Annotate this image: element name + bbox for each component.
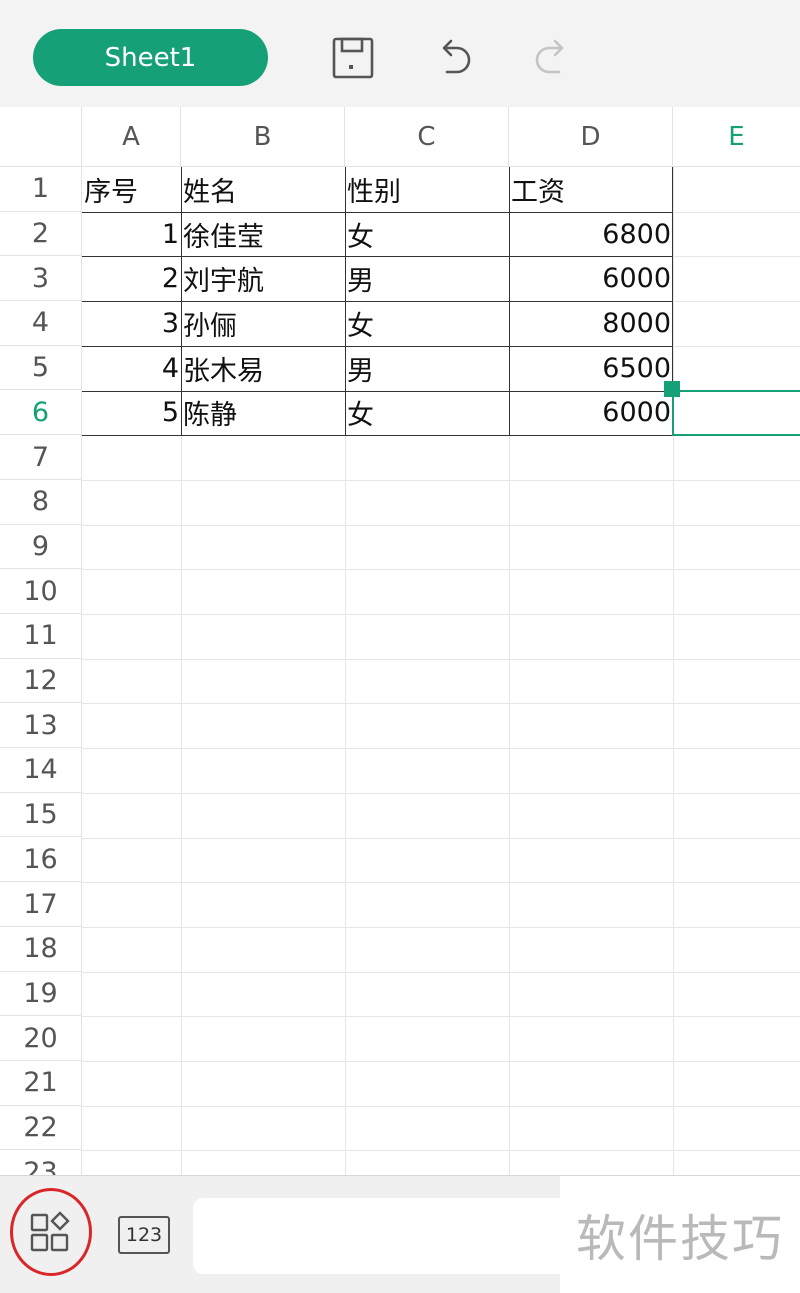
- cell-c5[interactable]: 男: [345, 346, 509, 391]
- row-header-23[interactable]: 23: [0, 1150, 82, 1175]
- row-header-9[interactable]: 9: [0, 524, 82, 570]
- sheet-tab[interactable]: Sheet1: [33, 29, 268, 86]
- row-header-13[interactable]: 13: [0, 703, 82, 749]
- column-header-c[interactable]: C: [345, 107, 509, 167]
- gridline: [82, 569, 800, 571]
- table-border: [82, 435, 673, 437]
- gridline: [82, 926, 800, 928]
- cell-a1[interactable]: 序号: [82, 167, 181, 212]
- bottom-input-bar: 123 软件技巧: [0, 1175, 800, 1293]
- row-header-18[interactable]: 18: [0, 926, 82, 972]
- cell-b2[interactable]: 徐佳莹: [181, 212, 345, 257]
- selection-fill-handle[interactable]: [664, 381, 680, 397]
- cell-a2[interactable]: 1: [82, 212, 181, 257]
- cell-c3[interactable]: 男: [345, 256, 509, 301]
- watermark: 软件技巧: [560, 1176, 800, 1293]
- gridline: [82, 1061, 800, 1062]
- row-header-21[interactable]: 21: [0, 1061, 82, 1106]
- cell-b4[interactable]: 孙俪: [181, 301, 345, 346]
- row-header-15[interactable]: 15: [0, 792, 82, 838]
- row-header-19[interactable]: 19: [0, 971, 82, 1017]
- cell-d6[interactable]: 6000: [509, 391, 673, 436]
- gridline: [82, 882, 800, 884]
- row-header-20[interactable]: 20: [0, 1016, 82, 1061]
- save-icon[interactable]: [331, 36, 375, 80]
- gridline: [82, 792, 800, 794]
- column-header-row: A B C D E: [0, 107, 800, 167]
- column-header-e[interactable]: E: [673, 107, 800, 167]
- cell-d1[interactable]: 工资: [509, 167, 673, 212]
- row-header-14[interactable]: 14: [0, 748, 82, 793]
- cell-d4[interactable]: 8000: [509, 301, 673, 346]
- gridline: [82, 658, 800, 660]
- row-header-3[interactable]: 3: [0, 256, 82, 302]
- cell-a3[interactable]: 2: [82, 256, 181, 301]
- number-keyboard-button[interactable]: 123: [118, 1216, 170, 1254]
- cell-b6[interactable]: 陈静: [181, 391, 345, 436]
- cell-c4[interactable]: 女: [345, 301, 509, 346]
- gridline: [82, 971, 800, 973]
- cell-b5[interactable]: 张木易: [181, 346, 345, 391]
- redo-icon[interactable]: [531, 36, 575, 80]
- row-header-17[interactable]: 17: [0, 882, 82, 927]
- cell-a4[interactable]: 3: [82, 301, 181, 346]
- cell-d3[interactable]: 6000: [509, 256, 673, 301]
- row-header-4[interactable]: 4: [0, 301, 82, 346]
- row-header-7[interactable]: 7: [0, 435, 82, 480]
- column-header-a[interactable]: A: [82, 107, 181, 167]
- cell-b1[interactable]: 姓名: [181, 167, 345, 212]
- column-header-b[interactable]: B: [181, 107, 345, 167]
- gridline: [82, 614, 800, 615]
- cell-a5[interactable]: 4: [82, 346, 181, 391]
- top-toolbar: Sheet1: [0, 0, 800, 107]
- cell-d2[interactable]: 6800: [509, 212, 673, 257]
- gridline: [82, 1016, 800, 1018]
- row-header-2[interactable]: 2: [0, 211, 82, 257]
- row-header-12[interactable]: 12: [0, 658, 82, 704]
- gridline: [82, 1105, 800, 1107]
- row-header-1[interactable]: 1: [0, 167, 82, 212]
- spreadsheet-grid[interactable]: A B C D E 1 2 3 4 5 6 7 8 9 10 11 12 13 …: [0, 107, 800, 1175]
- cell-c1[interactable]: 性别: [345, 167, 509, 212]
- row-header-10[interactable]: 10: [0, 569, 82, 614]
- selected-cell-e6[interactable]: [672, 389, 800, 437]
- undo-icon[interactable]: [431, 36, 475, 80]
- gridline: [82, 524, 800, 526]
- gridline: [82, 748, 800, 750]
- cell-c2[interactable]: 女: [345, 212, 509, 257]
- row-header-8[interactable]: 8: [0, 479, 82, 525]
- gridline: [82, 703, 800, 705]
- row-header-5[interactable]: 5: [0, 345, 82, 391]
- apps-grid-button[interactable]: [10, 1188, 92, 1276]
- cell-d5[interactable]: 6500: [509, 346, 673, 391]
- column-header-d[interactable]: D: [509, 107, 673, 167]
- gridline: [82, 837, 800, 839]
- cell-b3[interactable]: 刘宇航: [181, 256, 345, 301]
- row-header-16[interactable]: 16: [0, 837, 82, 883]
- cell-c6[interactable]: 女: [345, 391, 509, 436]
- gridline: [673, 167, 674, 1175]
- row-header-6[interactable]: 6: [0, 390, 82, 436]
- gridline: [82, 479, 800, 481]
- apps-grid-icon: [30, 1211, 70, 1252]
- corner-cell[interactable]: [0, 107, 82, 167]
- row-header-11[interactable]: 11: [0, 614, 82, 659]
- row-header-22[interactable]: 22: [0, 1105, 82, 1151]
- gridline: [82, 1150, 800, 1152]
- cell-a6[interactable]: 5: [82, 391, 181, 436]
